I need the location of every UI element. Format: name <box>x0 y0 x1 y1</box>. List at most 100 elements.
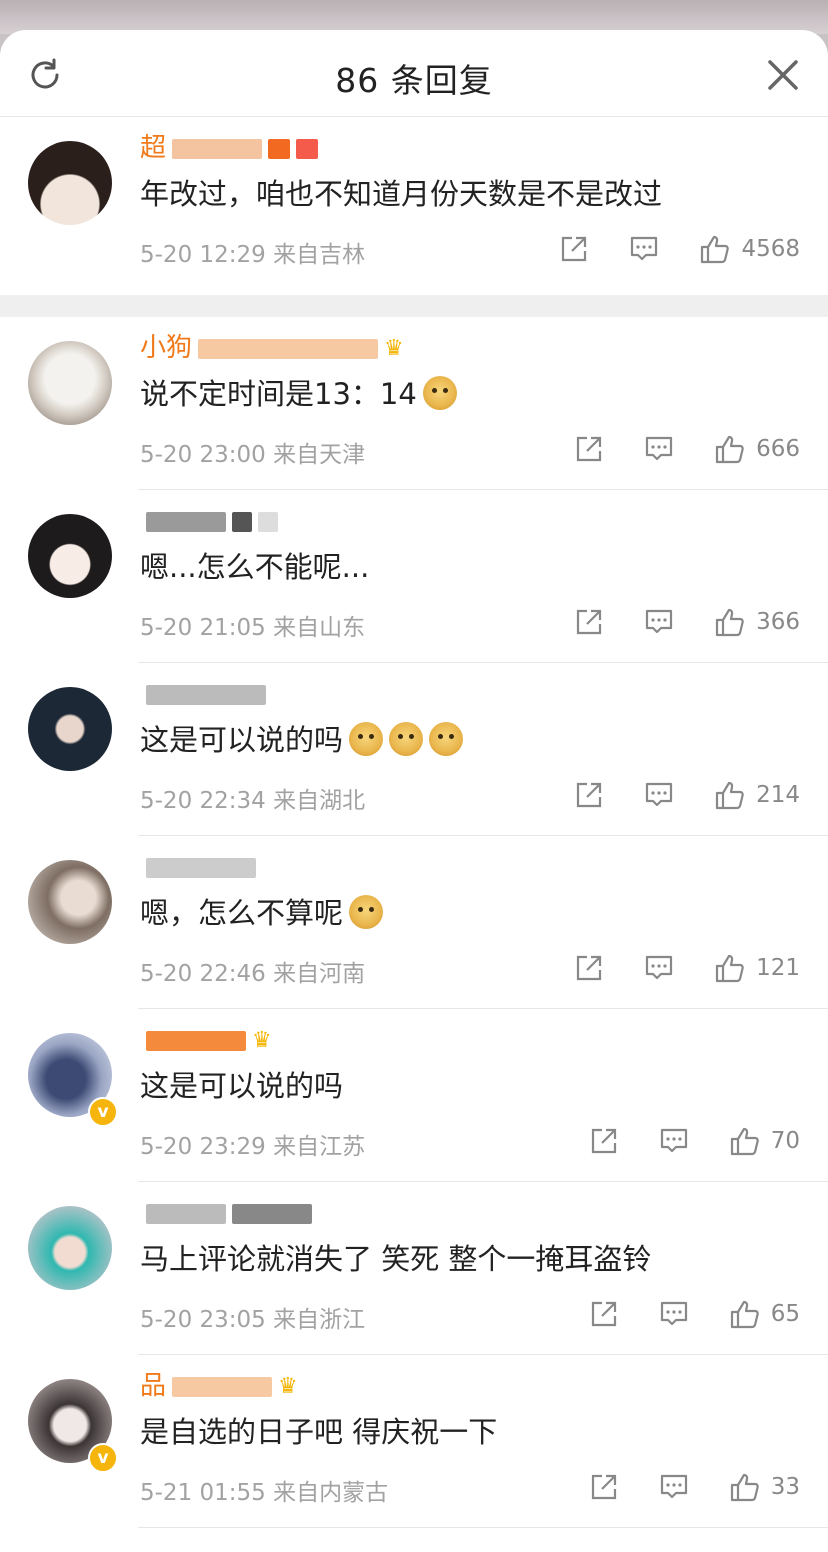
reply-icon[interactable] <box>644 607 674 637</box>
like-button[interactable]: 366 <box>714 606 800 638</box>
like-button[interactable]: 33 <box>729 1471 800 1503</box>
section-divider <box>0 295 828 317</box>
share-icon[interactable] <box>574 953 604 983</box>
comment-actions: 65 <box>549 1296 800 1332</box>
comment-meta: 5-20 22:46 来自河南 <box>140 954 365 988</box>
comment-actions: 4568 <box>519 231 800 267</box>
username[interactable]: 小狗 ♛ <box>140 331 404 365</box>
like-count: 366 <box>756 609 800 635</box>
share-icon[interactable] <box>574 607 604 637</box>
verified-badge-icon: v <box>88 1443 118 1473</box>
share-icon[interactable] <box>574 434 604 464</box>
comment-actions: 366 <box>534 604 800 640</box>
comment-meta: 5-20 23:05 来自浙江 <box>140 1300 365 1334</box>
reply-icon[interactable] <box>644 780 674 810</box>
comment-text: 年改过，咱也不知道月份天数是不是改过 <box>140 177 663 211</box>
share-icon[interactable] <box>589 1299 619 1329</box>
share-icon[interactable] <box>589 1472 619 1502</box>
avatar[interactable] <box>28 687 112 771</box>
divider <box>138 1527 828 1528</box>
reply-icon[interactable] <box>644 953 674 983</box>
share-icon[interactable] <box>559 234 589 264</box>
username[interactable] <box>140 1196 312 1230</box>
like-count: 666 <box>756 436 800 462</box>
like-button[interactable]: 4568 <box>699 233 800 265</box>
reply-icon[interactable] <box>629 234 659 264</box>
like-count: 121 <box>756 955 800 981</box>
username[interactable] <box>140 850 256 884</box>
comment-date: 5-20 22:46 <box>140 961 266 987</box>
thumbs-up-icon <box>730 1473 759 1502</box>
reply-icon[interactable] <box>659 1299 689 1329</box>
comment-meta: 5-20 23:00 来自天津 <box>140 435 365 469</box>
comment-date: 5-20 23:00 <box>140 442 266 468</box>
comment-text: 嗯...怎么不能呢... <box>140 550 370 584</box>
thumbs-up-icon <box>715 435 744 464</box>
comment-location: 来自天津 <box>273 442 366 468</box>
comment-actions: 33 <box>549 1469 800 1505</box>
comment-item: 小狗 ♛ 说不定时间是13：14 5-20 23:00 来自天津 666 <box>0 317 828 490</box>
comment-date: 5-20 23:29 <box>140 1134 266 1160</box>
comment-item: v 品 ♛ 是自选的日子吧 得庆祝一下 5-21 01:55 来自内蒙古 33 <box>0 1355 828 1528</box>
comment-location: 来自河南 <box>273 961 366 987</box>
thumbs-up-icon <box>715 608 744 637</box>
like-button[interactable]: 666 <box>714 433 800 465</box>
avatar[interactable] <box>28 341 112 425</box>
avatar[interactable] <box>28 860 112 944</box>
comment-location: 来自江苏 <box>273 1134 366 1160</box>
crown-icon: ♛ <box>278 1373 298 1399</box>
comment-date: 5-20 22:34 <box>140 788 266 814</box>
thumbs-up-icon <box>715 954 744 983</box>
avatar[interactable] <box>28 141 112 225</box>
close-icon[interactable] <box>764 56 802 94</box>
thumbs-up-icon <box>701 235 730 264</box>
cat-emoji-icon <box>349 722 384 756</box>
comment-item: v ♛ 这是可以说的吗 5-20 23:29 来自江苏 70 <box>0 1009 828 1182</box>
comment-actions: 121 <box>534 950 800 986</box>
comment-location: 来自内蒙古 <box>273 1480 389 1506</box>
replies-sheet: 86 条回复 超 年改过，咱也不知道月份天数是不是改过 5-20 12:29 来… <box>0 30 828 1552</box>
username[interactable]: 品 ♛ <box>140 1369 298 1403</box>
thumbs-up-icon <box>730 1127 759 1156</box>
comment-meta: 5-20 12:29 来自吉林 <box>140 235 365 269</box>
cat-emoji-icon <box>389 722 424 756</box>
cat-emoji-icon <box>429 722 464 756</box>
comment-text: 这是可以说的吗 <box>140 719 464 761</box>
comment-location: 来自湖北 <box>273 788 366 814</box>
share-icon[interactable] <box>574 780 604 810</box>
comment-meta: 5-20 21:05 来自山东 <box>140 608 365 642</box>
comment-location: 来自浙江 <box>273 1307 366 1333</box>
like-button[interactable]: 121 <box>714 952 800 984</box>
avatar[interactable] <box>28 1206 112 1290</box>
avatar[interactable] <box>28 514 112 598</box>
username[interactable] <box>140 677 266 711</box>
username[interactable] <box>140 504 278 538</box>
comment-meta: 5-21 01:55 来自内蒙古 <box>140 1473 388 1507</box>
reply-icon[interactable] <box>659 1472 689 1502</box>
like-count: 33 <box>770 1474 800 1500</box>
reply-icon[interactable] <box>644 434 674 464</box>
like-count: 214 <box>756 782 800 808</box>
comment-actions: 70 <box>549 1123 800 1159</box>
username[interactable]: 超 <box>140 131 319 165</box>
like-button[interactable]: 65 <box>729 1298 800 1330</box>
username[interactable]: ♛ <box>140 1023 272 1057</box>
reply-icon[interactable] <box>659 1126 689 1156</box>
crown-icon: ♛ <box>252 1027 272 1053</box>
like-button[interactable]: 70 <box>729 1125 800 1157</box>
comment-actions: 666 <box>534 431 800 467</box>
comment-meta: 5-20 23:29 来自江苏 <box>140 1127 365 1161</box>
comment-item: 超 年改过，咱也不知道月份天数是不是改过 5-20 12:29 来自吉林 456… <box>0 117 828 295</box>
comment-text: 说不定时间是13：14 <box>140 373 457 415</box>
thumbs-up-icon <box>715 781 744 810</box>
like-count: 4568 <box>741 236 800 262</box>
like-button[interactable]: 214 <box>714 779 800 811</box>
status-bar <box>0 0 828 34</box>
comment-actions: 214 <box>534 777 800 813</box>
sheet-header: 86 条回复 <box>0 30 828 117</box>
comment-item: 嗯，怎么不算呢 5-20 22:46 来自河南 121 <box>0 836 828 1009</box>
comment-date: 5-21 01:55 <box>140 1480 266 1506</box>
doge-emoji-icon <box>349 895 384 929</box>
comment-location: 来自吉林 <box>273 242 366 268</box>
share-icon[interactable] <box>589 1126 619 1156</box>
